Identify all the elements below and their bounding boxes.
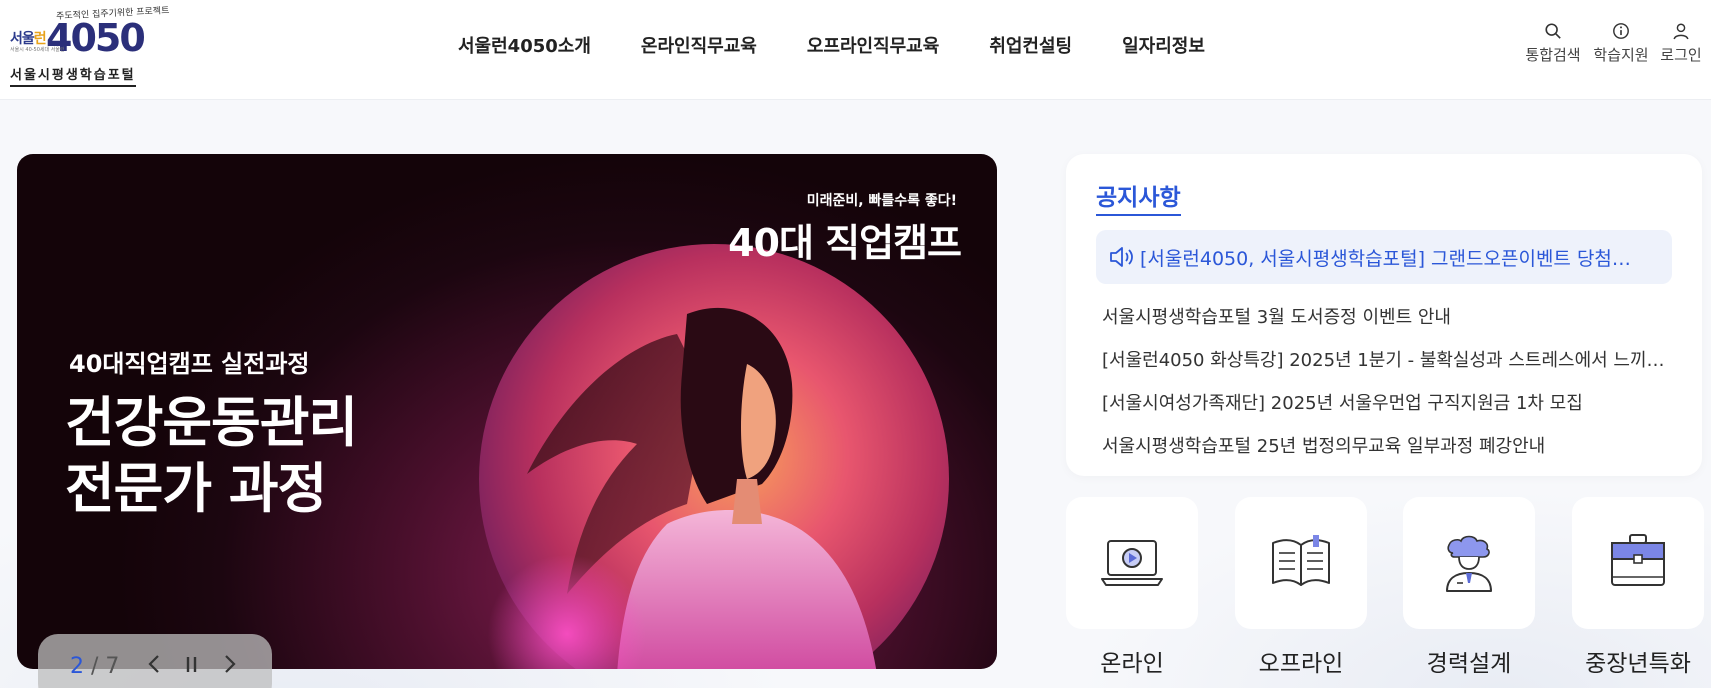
nav-item-offline-training[interactable]: 오프라인직무교육: [807, 32, 939, 58]
pause-slide-button[interactable]: [184, 652, 200, 682]
search-icon: [1545, 23, 1561, 39]
next-slide-button[interactable]: [222, 652, 238, 682]
book-icon: [1272, 535, 1330, 586]
chevron-left-icon: [148, 655, 159, 673]
slider-controls: 2 / 7: [38, 634, 272, 688]
notice-list: 서울시평생학습포털 3월 도서증정 이벤트 안내 [서울런4050 화상특강] …: [1102, 296, 1668, 468]
site-header: 주도적인 집주기위한 프로젝트 서울런 4050 서울시 40-50세대 서울런…: [0, 0, 1711, 100]
nav-item-intro[interactable]: 서울런4050소개: [458, 32, 591, 58]
notice-highlight-text: [서울런4050, 서울시평생학습포털] 그랜드오픈이벤트 당첨자 발표: [1140, 247, 1648, 270]
search-button[interactable]: 통합검색: [1518, 22, 1588, 65]
notice-item[interactable]: 서울시평생학습포털 3월 도서증정 이벤트 안내: [1102, 296, 1668, 339]
chevron-right-icon: [225, 655, 236, 673]
hero-banner[interactable]: 미래준비, 빠를수록 좋다! 40대 직업캠프 40대직업캠프 실전과정 건강운…: [17, 154, 997, 669]
briefcase-icon: [1611, 534, 1665, 586]
search-label: 통합검색: [1525, 46, 1581, 64]
laptop-play-icon: [1101, 540, 1163, 586]
speaker-icon: [1110, 247, 1133, 267]
logo-subtitle: 서울시평생학습포털: [10, 64, 136, 87]
logo-number: 4050: [46, 16, 146, 60]
banner-title: 건강운동관리 전문가 과정: [65, 390, 358, 522]
login-label: 로그인: [1660, 46, 1702, 64]
info-icon: [1613, 23, 1629, 39]
login-button[interactable]: 로그인: [1646, 22, 1711, 65]
notice-title[interactable]: 공지사항: [1096, 178, 1181, 216]
notice-item[interactable]: [서울런4050 화상특강] 2025년 1분기 - 불확실성과 스트레스에서 …: [1102, 339, 1668, 382]
main-nav: 서울런4050소개 온라인직무교육 오프라인직무교육 취업컨설팅 일자리정보: [458, 32, 1205, 58]
notice-highlight[interactable]: [서울런4050, 서울시평생학습포털] 그랜드오픈이벤트 당첨자 발표: [1096, 230, 1672, 284]
quick-offline-button[interactable]: [1235, 497, 1367, 629]
logo-seoul-text: 서울런: [10, 31, 47, 47]
person-cloud-icon: [1446, 535, 1492, 592]
slide-current: 2: [70, 654, 84, 679]
quick-career-label[interactable]: 경력설계: [1403, 644, 1535, 678]
slide-counter: 2 / 7: [70, 654, 119, 679]
banner-top-slogan: 미래준비, 빠를수록 좋다!: [806, 193, 957, 209]
nav-item-jobs[interactable]: 일자리정보: [1122, 32, 1205, 58]
prev-slide-button[interactable]: [146, 652, 162, 682]
quick-midage-button[interactable]: [1572, 497, 1704, 629]
banner-title-line1: 건강운동관리: [65, 391, 358, 454]
nav-item-consulting[interactable]: 취업컨설팅: [989, 32, 1072, 58]
user-icon: [1673, 23, 1689, 40]
quick-online-label[interactable]: 온라인: [1066, 644, 1198, 678]
pause-icon: [186, 657, 197, 672]
quick-career-button[interactable]: [1403, 497, 1535, 629]
slide-total: / 7: [91, 654, 120, 679]
notice-item[interactable]: 서울시평생학습포털 25년 법정의무교육 일부과정 폐강안내: [1102, 425, 1668, 468]
nav-item-online-training[interactable]: 온라인직무교육: [641, 32, 757, 58]
logo-small-text: 서울시 40-50세대 서울런: [10, 47, 65, 53]
quick-midage-label[interactable]: 중장년특화: [1572, 644, 1704, 678]
support-label: 학습지원: [1593, 46, 1649, 64]
banner-brand: 40대 직업캠프: [728, 221, 962, 265]
quick-offline-label[interactable]: 오프라인: [1235, 644, 1367, 678]
banner-title-line2: 전문가 과정: [65, 457, 327, 520]
quick-online-button[interactable]: [1066, 497, 1198, 629]
banner-subtitle: 40대직업캠프 실전과정: [69, 350, 310, 378]
notice-panel: 공지사항 [서울런4050, 서울시평생학습포털] 그랜드오픈이벤트 당첨자 발…: [1066, 154, 1702, 476]
site-logo[interactable]: 주도적인 집주기위한 프로젝트 서울런 4050 서울시 40-50세대 서울런…: [10, 6, 170, 87]
notice-item[interactable]: [서울시여성가족재단] 2025년 서울우먼업 구직지원금 1차 모집: [1102, 382, 1668, 425]
